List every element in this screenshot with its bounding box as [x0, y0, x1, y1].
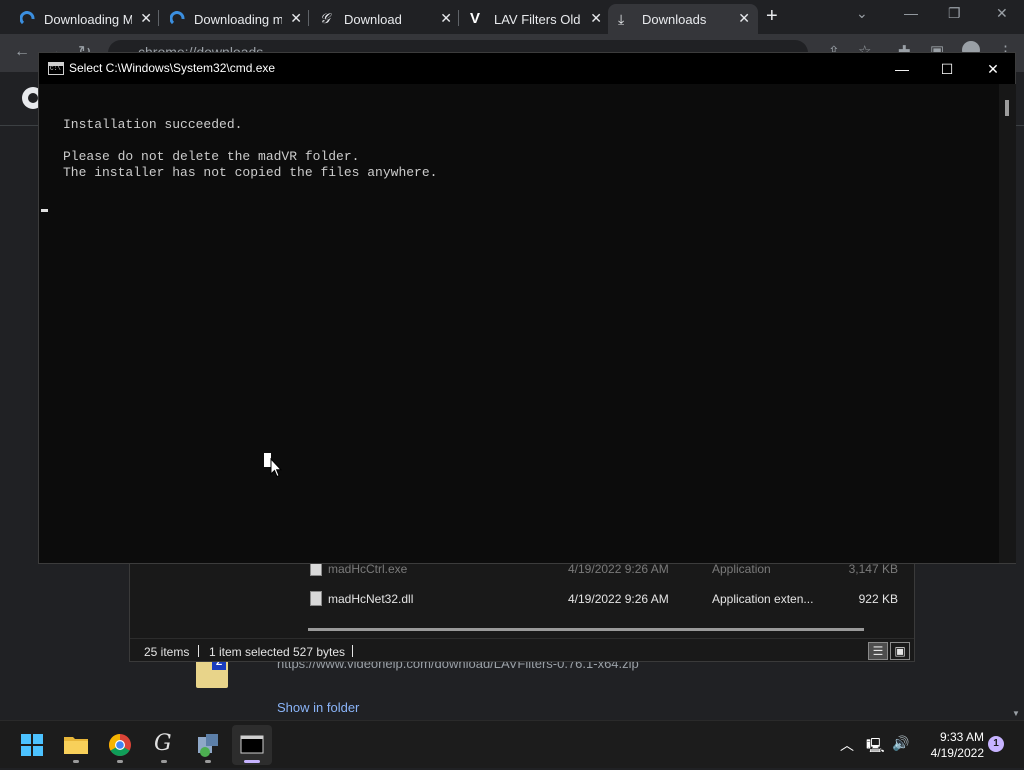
file-name: madHcCtrl.exe: [328, 562, 408, 576]
running-indicator: [73, 760, 79, 763]
file-date: 4/19/2022 9:26 AM: [568, 592, 669, 606]
taskbar: G ︿ 🖳 🔊 9:33 AM 4/19/2022 1: [0, 720, 1024, 768]
system-clock[interactable]: 9:33 AM 4/19/2022: [918, 729, 984, 761]
file-size: 3,147 KB: [848, 562, 898, 576]
close-icon[interactable]: ✕: [440, 10, 452, 27]
notification-badge[interactable]: 1: [988, 736, 1004, 752]
status-bar: 25 items 1 item selected 527 bytes ☰ ▣: [130, 638, 914, 662]
script-g-icon: 𝒢: [320, 11, 330, 27]
large-icons-view-icon[interactable]: ▣: [890, 642, 910, 660]
install-tool-icon: [198, 734, 218, 757]
new-tab-button[interactable]: +: [766, 5, 778, 28]
minimize-icon[interactable]: —: [882, 57, 922, 81]
selection-size: 527 bytes: [293, 645, 346, 659]
file-row[interactable]: madHcNet32.dll 4/19/2022 9:26 AM Applica…: [130, 586, 914, 612]
tab-title: Downloads: [642, 11, 707, 27]
installer-app-button[interactable]: [188, 725, 228, 765]
tab-download[interactable]: 𝒢 Download ✕: [310, 4, 460, 34]
console-line: The installer has not copied the files a…: [63, 165, 438, 180]
script-g-app-button[interactable]: G: [144, 725, 184, 765]
running-indicator: [161, 760, 167, 763]
selection-count: 1 item selected: [209, 645, 290, 659]
console-output[interactable]: Installation succeeded. Please do not de…: [39, 84, 999, 563]
close-icon[interactable]: ✕: [290, 10, 302, 27]
maximize-icon[interactable]: ☐: [927, 57, 967, 81]
v-logo-icon: V: [470, 10, 481, 27]
running-indicator: [205, 760, 211, 763]
file-date: 4/19/2022 9:26 AM: [568, 562, 669, 576]
chrome-button[interactable]: [100, 725, 140, 765]
horizontal-scrollbar[interactable]: [308, 628, 864, 631]
tab-strip: Downloading M ✕ Downloading m ✕ 𝒢 Downlo…: [0, 0, 1024, 34]
file-explorer-button[interactable]: [56, 725, 96, 765]
clock-date: 4/19/2022: [930, 746, 984, 760]
download-icon: ⤓: [618, 11, 625, 27]
tab-downloading-m-2[interactable]: Downloading m ✕: [160, 4, 310, 34]
console-line: Please do not delete the madVR folder.: [63, 149, 360, 164]
blue-swirl-icon: [170, 11, 185, 25]
text-cursor: [41, 209, 48, 212]
chrome-icon: [109, 734, 131, 756]
scroll-down-icon[interactable]: ▼: [1012, 709, 1020, 718]
cmd-scrollbar[interactable]: [999, 84, 1016, 563]
tab-title: Downloading m: [194, 11, 282, 27]
item-count: 25 items: [144, 645, 190, 659]
cmd-window: Select C:\Windows\System32\cmd.exe — ☐ ✕…: [38, 52, 1016, 564]
terminal-icon: [240, 735, 264, 754]
tab-search-icon[interactable]: ⌄: [856, 5, 868, 22]
console-line: Installation succeeded.: [63, 117, 243, 132]
file-size: 922 KB: [858, 592, 898, 606]
file-explorer-icon: [64, 737, 88, 754]
close-icon[interactable]: ✕: [738, 10, 750, 27]
back-icon[interactable]: ←: [14, 43, 30, 61]
script-g-icon: G: [154, 731, 172, 756]
tab-title: Downloading M: [44, 11, 132, 27]
chevron-up-icon[interactable]: ︿: [840, 735, 854, 755]
details-view-icon[interactable]: ☰: [868, 642, 888, 660]
tab-title: LAV Filters Old V: [494, 11, 582, 27]
start-icon: [21, 734, 43, 756]
tab-lav-filters[interactable]: V LAV Filters Old V ✕: [460, 4, 610, 34]
minimize-icon[interactable]: —: [904, 5, 918, 21]
tab-downloading-m-1[interactable]: Downloading M ✕: [10, 4, 160, 34]
start-button[interactable]: [12, 725, 52, 765]
close-icon[interactable]: ✕: [140, 10, 152, 27]
clock-time: 9:33 AM: [939, 730, 984, 744]
volume-icon[interactable]: 🔊: [892, 735, 909, 752]
dll-file-icon: [310, 591, 322, 606]
file-name: madHcNet32.dll: [328, 592, 414, 606]
status-divider: [352, 645, 353, 657]
file-type: Application: [712, 562, 771, 576]
tab-divider: [458, 10, 459, 26]
cmd-title: Select C:\Windows\System32\cmd.exe: [69, 61, 276, 75]
active-indicator: [244, 760, 260, 763]
tab-divider: [158, 10, 159, 26]
show-in-folder-link[interactable]: Show in folder: [277, 700, 359, 715]
zip-file-icon: Z: [196, 656, 228, 688]
file-explorer-window: madHcCtrl.exe 4/19/2022 9:26 AM Applicat…: [129, 561, 915, 662]
scrollbar-thumb[interactable]: [1005, 100, 1009, 116]
cmd-title-bar[interactable]: Select C:\Windows\System32\cmd.exe — ☐ ✕: [39, 53, 1015, 84]
restore-icon[interactable]: ❐: [948, 5, 961, 22]
close-icon[interactable]: ✕: [996, 5, 1008, 22]
file-type: Application exten...: [712, 592, 814, 606]
tab-title: Download: [344, 11, 402, 27]
terminal-app-button[interactable]: [232, 725, 272, 765]
tab-downloads[interactable]: ⤓ Downloads ✕: [608, 4, 758, 34]
network-icon[interactable]: 🖳: [866, 735, 885, 759]
close-icon[interactable]: ✕: [973, 57, 1013, 81]
tab-divider: [308, 10, 309, 26]
mouse-pointer-icon: [270, 458, 282, 478]
close-icon[interactable]: ✕: [590, 10, 602, 27]
blue-swirl-icon: [20, 11, 35, 25]
cmd-icon: [48, 62, 64, 75]
status-divider: [198, 645, 199, 657]
running-indicator: [117, 760, 123, 763]
